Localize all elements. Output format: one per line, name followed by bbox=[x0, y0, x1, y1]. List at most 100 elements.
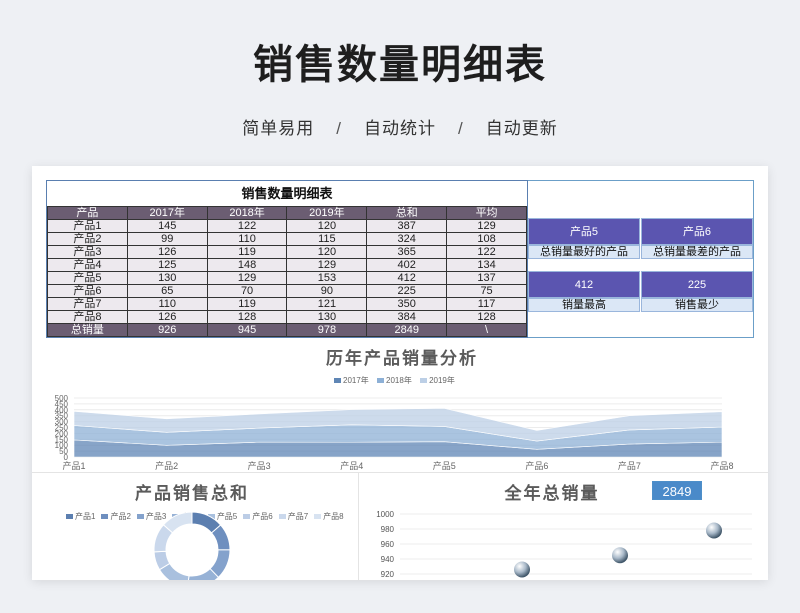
table-row: 产品8 126 128 130 384 128 bbox=[47, 310, 527, 324]
table-cell[interactable]: 90 bbox=[286, 284, 368, 298]
table-cell[interactable]: 122 bbox=[446, 245, 527, 259]
table-cell[interactable]: 412 bbox=[366, 271, 448, 285]
table-cell[interactable]: 126 bbox=[126, 245, 208, 259]
table-cell[interactable]: 137 bbox=[446, 271, 527, 285]
table-cell[interactable]: 148 bbox=[206, 258, 288, 272]
table-cell[interactable]: 120 bbox=[286, 245, 368, 259]
header-2017[interactable]: 2017年 bbox=[126, 206, 208, 220]
table-header-row: 产品 2017年 2018年 2019年 总和 平均 bbox=[47, 206, 527, 220]
table-cell[interactable]: 产品7 bbox=[47, 297, 128, 311]
table-row: 产品1 145 122 120 387 129 bbox=[47, 219, 527, 233]
sales-table-title: 销售数量明细表 bbox=[241, 186, 333, 201]
table-cell[interactable]: 129 bbox=[446, 219, 527, 233]
table-cell[interactable]: 128 bbox=[206, 310, 288, 324]
best-product-name[interactable]: 产品5 bbox=[528, 218, 640, 245]
min-sales-value[interactable]: 225 bbox=[641, 271, 753, 298]
table-cell[interactable]: 128 bbox=[446, 310, 527, 324]
table-cell[interactable]: 110 bbox=[206, 232, 288, 246]
table-cell[interactable]: 225 bbox=[366, 284, 448, 298]
worst-product-label[interactable]: 总销量最差的产品 bbox=[641, 245, 753, 259]
legend-label: 2018年 bbox=[386, 376, 412, 385]
table-cell[interactable]: 119 bbox=[206, 245, 288, 259]
table-cell[interactable]: 65 bbox=[126, 284, 208, 298]
table-cell[interactable]: 384 bbox=[366, 310, 448, 324]
legend-item: 产品1 bbox=[66, 512, 95, 521]
total-cell[interactable]: 978 bbox=[286, 323, 368, 337]
legend-swatch bbox=[243, 514, 251, 520]
max-sales-label[interactable]: 销量最高 bbox=[528, 298, 640, 312]
table-cell[interactable]: 121 bbox=[286, 297, 368, 311]
table-cell[interactable]: 130 bbox=[286, 310, 368, 324]
table-cell[interactable]: 产品8 bbox=[47, 310, 128, 324]
scatter-point bbox=[612, 547, 628, 564]
total-cell[interactable]: 926 bbox=[126, 323, 208, 337]
table-cell[interactable]: 产品2 bbox=[47, 232, 128, 246]
x-tick-label: 产品4 bbox=[340, 460, 363, 471]
table-cell[interactable]: 324 bbox=[366, 232, 448, 246]
header-sum[interactable]: 总和 bbox=[366, 206, 448, 220]
legend-label: 产品6 bbox=[252, 512, 273, 521]
table-cell[interactable]: 108 bbox=[446, 232, 527, 246]
total-cell[interactable]: 945 bbox=[206, 323, 288, 337]
min-sales-label[interactable]: 销售最少 bbox=[641, 298, 753, 312]
table-cell[interactable]: 117 bbox=[446, 297, 527, 311]
scatter-chart: 920 940 960 980 1000 bbox=[376, 510, 752, 579]
legend-item-2019: 2019年 bbox=[420, 376, 455, 385]
total-cell[interactable]: 2849 bbox=[366, 323, 448, 337]
table-cell[interactable]: 129 bbox=[206, 271, 288, 285]
table-cell[interactable]: 134 bbox=[446, 258, 527, 272]
best-product-label[interactable]: 总销量最好的产品 bbox=[528, 245, 640, 259]
table-cell[interactable]: 产品3 bbox=[47, 245, 128, 259]
header-2019[interactable]: 2019年 bbox=[286, 206, 368, 220]
legend-swatch bbox=[278, 514, 286, 520]
table-cell[interactable]: 产品1 bbox=[47, 219, 128, 233]
scatter-point bbox=[706, 522, 722, 539]
table-cell[interactable]: 153 bbox=[286, 271, 368, 285]
max-sales-value[interactable]: 412 bbox=[528, 271, 640, 298]
table-cell[interactable]: 产品4 bbox=[47, 258, 128, 272]
legend-item-2018: 2018年 bbox=[377, 376, 412, 385]
table-cell[interactable]: 120 bbox=[286, 219, 368, 233]
table-row: 产品2 99 110 115 324 108 bbox=[47, 232, 527, 246]
legend-label: 产品2 bbox=[110, 512, 131, 521]
table-cell[interactable]: 122 bbox=[206, 219, 288, 233]
spreadsheet-sheet: 销售数量明细表 产品 2017年 2018年 2019年 总和 平均 产品1 14… bbox=[32, 166, 768, 580]
table-cell[interactable]: 产品5 bbox=[47, 271, 128, 285]
table-cell[interactable]: 110 bbox=[126, 297, 208, 311]
y-tick-label: 940 bbox=[381, 555, 395, 564]
table-cell[interactable]: 145 bbox=[126, 219, 208, 233]
total-cell[interactable]: \ bbox=[446, 323, 527, 337]
x-tick-label: 产品6 bbox=[525, 460, 548, 471]
table-cell[interactable]: 99 bbox=[126, 232, 208, 246]
table-row: 产品5 130 129 153 412 137 bbox=[47, 271, 527, 285]
table-cell[interactable]: 产品6 bbox=[47, 284, 128, 298]
table-cell[interactable]: 387 bbox=[366, 219, 448, 233]
sales-table: 产品 2017年 2018年 2019年 总和 平均 产品1 145 122 120 3… bbox=[47, 206, 527, 337]
table-total-row: 总销量 926 945 978 2849 \ bbox=[47, 323, 527, 337]
header-2018[interactable]: 2018年 bbox=[206, 206, 288, 220]
table-cell[interactable]: 402 bbox=[366, 258, 448, 272]
table-cell[interactable]: 130 bbox=[126, 271, 208, 285]
chart-divider bbox=[32, 472, 768, 473]
header-product[interactable]: 产品 bbox=[47, 206, 128, 220]
tag-separator: / bbox=[336, 119, 342, 138]
legend-swatch bbox=[314, 514, 322, 520]
table-cell[interactable]: 75 bbox=[446, 284, 527, 298]
legend-label: 2019年 bbox=[429, 376, 455, 385]
donut-chart bbox=[153, 511, 231, 580]
table-cell[interactable]: 115 bbox=[286, 232, 368, 246]
hero-title: 销售数量明细表 bbox=[253, 43, 547, 87]
table-cell[interactable]: 70 bbox=[206, 284, 288, 298]
header-average[interactable]: 平均 bbox=[446, 206, 527, 220]
x-tick-label: 产品3 bbox=[248, 460, 271, 471]
y-tick-label: 960 bbox=[381, 540, 395, 549]
table-cell[interactable]: 129 bbox=[286, 258, 368, 272]
total-cell[interactable]: 总销量 bbox=[47, 323, 128, 337]
table-cell[interactable]: 119 bbox=[206, 297, 288, 311]
table-cell[interactable]: 365 bbox=[366, 245, 448, 259]
table-cell[interactable]: 125 bbox=[126, 258, 208, 272]
table-cell[interactable]: 126 bbox=[126, 310, 208, 324]
worst-product-name[interactable]: 产品6 bbox=[641, 218, 753, 245]
table-cell[interactable]: 350 bbox=[366, 297, 448, 311]
legend-label: 产品8 bbox=[323, 512, 344, 521]
